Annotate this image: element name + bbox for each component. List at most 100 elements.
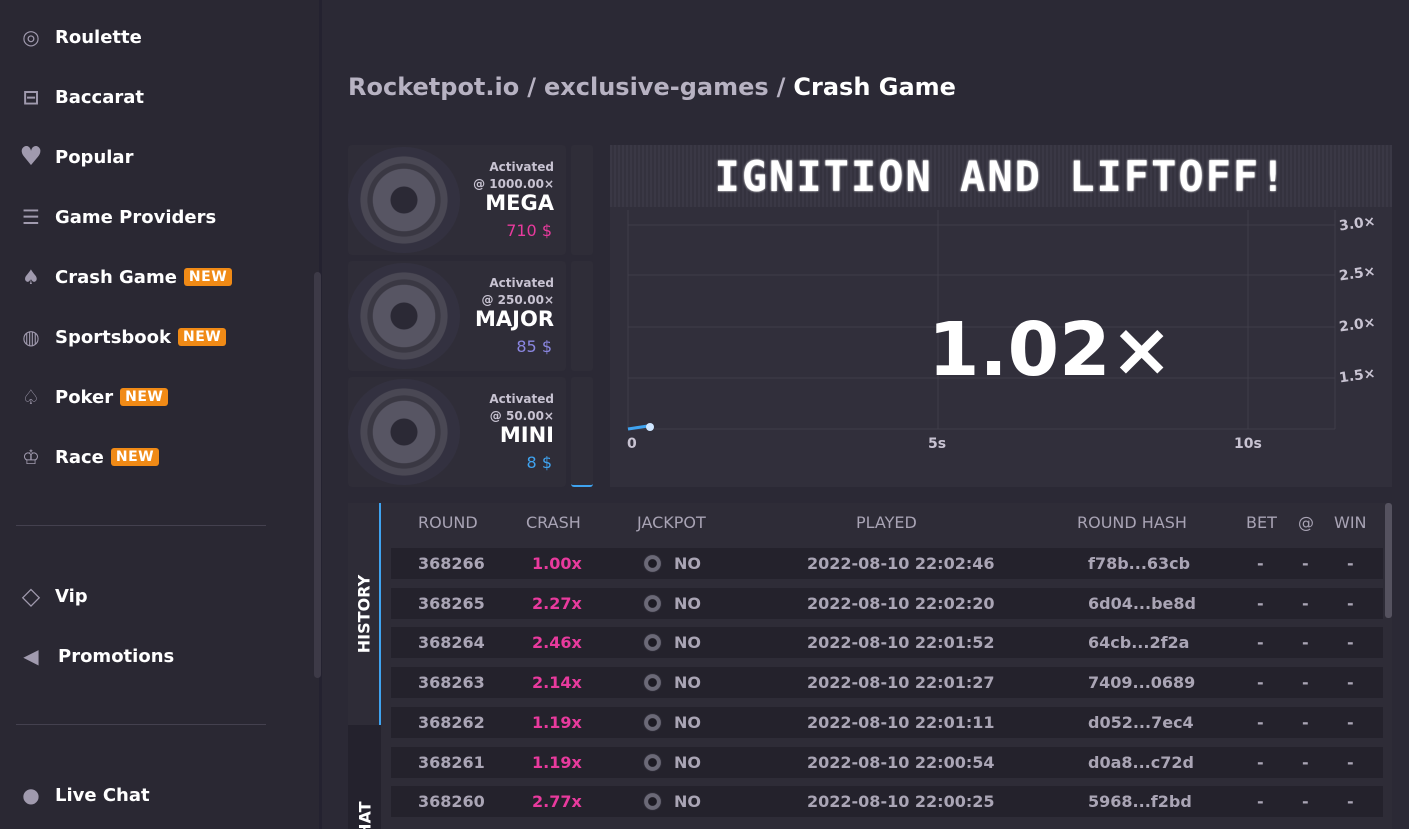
breadcrumb-current: Crash Game	[793, 73, 956, 101]
jackpot-activation: Activated @ 50.00×	[489, 392, 554, 423]
new-badge: NEW	[110, 448, 160, 466]
table-row[interactable]: 368262 1.19x NO 2022-08-10 22:01:11 d052...7…	[391, 706, 1383, 738]
jackpot-amount: 85 $	[516, 337, 552, 356]
cell-round: 368263	[418, 673, 485, 693]
cell-win: -	[1347, 673, 1354, 693]
roulette-icon: ◎	[22, 25, 40, 49]
jackpot-wheel-icon	[348, 147, 460, 253]
cell-played: 2022-08-10 22:01:27	[807, 673, 995, 693]
column-round: ROUND	[418, 513, 478, 532]
table-row[interactable]: 368264 2.46x NO 2022-08-10 22:01:52 64cb...2…	[391, 627, 1383, 659]
cell-crash: 2.27x	[532, 593, 582, 613]
sidebar-item-baccarat[interactable]: ⊟ Baccarat	[18, 77, 144, 117]
cell-jackpot: NO	[643, 593, 701, 613]
jackpot-major: Activated @ 250.00× MAJOR 85 $	[348, 261, 566, 371]
sidebar-scrollbar[interactable]	[314, 272, 321, 678]
column-jackpot: JACKPOT	[637, 513, 706, 532]
sidebar-item-label: Baccarat	[55, 86, 144, 108]
jackpot-wheel-icon	[348, 263, 460, 369]
column-crash: CRASH	[526, 513, 581, 532]
new-badge: NEW	[178, 328, 227, 346]
cell-round: 368264	[418, 633, 485, 653]
tab-chat[interactable]: CHAT	[348, 725, 381, 829]
sidebar-item-roulette[interactable]: ◎ Roulette	[18, 17, 142, 57]
cell-crash: 2.77x	[532, 792, 582, 812]
cell-crash: 2.14x	[532, 673, 582, 693]
cell-round: 368265	[418, 593, 485, 613]
jackpot-level: MAJOR	[475, 307, 554, 331]
cell-crash: 2.46x	[532, 633, 582, 653]
cell-round-hash: 7409...0689	[1088, 673, 1196, 693]
table-scrollbar[interactable]	[1385, 503, 1392, 618]
cell-crash: 1.00x	[532, 554, 582, 573]
cell-played: 2022-08-10 22:00:25	[807, 792, 995, 812]
sliders-icon: ☰	[22, 205, 40, 229]
cell-bet: -	[1257, 554, 1264, 573]
cell-round-hash: d052...7ec4	[1088, 712, 1194, 732]
cell-jackpot: NO	[643, 673, 701, 693]
sidebar-item-label: Vip	[55, 585, 88, 607]
cell-bet: -	[1257, 752, 1264, 772]
megaphone-icon: ◀	[23, 644, 39, 668]
jackpot-coin-icon	[643, 673, 662, 693]
sidebar-item-label: Popular	[55, 146, 134, 168]
jackpot-wheel-icon	[348, 379, 460, 485]
cell-played: 2022-08-10 22:01:52	[807, 633, 995, 653]
breadcrumb-separator: /	[776, 73, 786, 101]
cell-at: -	[1302, 792, 1309, 812]
jackpot-coin-icon	[643, 593, 662, 613]
cell-round: 368262	[418, 712, 485, 732]
table-row[interactable]: 368260 2.77x NO 2022-08-10 22:00:25 5968...f…	[391, 786, 1383, 818]
sidebar-item-poker[interactable]: ♤ Poker NEW	[18, 377, 169, 417]
cell-crash: 1.19x	[532, 752, 582, 772]
jackpot-activation: Activated @ 1000.00×	[473, 160, 554, 191]
sidebar-item-label: Live Chat	[55, 784, 150, 806]
cell-played: 2022-08-10 22:02:46	[807, 554, 995, 573]
sidebar-item-crash-game[interactable]: ♠ Crash Game NEW	[18, 257, 233, 297]
jackpot-coin-icon	[643, 712, 662, 732]
cell-win: -	[1347, 792, 1354, 812]
sidebar-divider	[16, 525, 266, 526]
sidebar-item-live-chat[interactable]: ● Live Chat	[18, 775, 150, 815]
table-row[interactable]: 368265 2.27x NO 2022-08-10 22:02:20 6d04...b…	[391, 587, 1383, 619]
cell-win: -	[1347, 752, 1354, 772]
chat-icon: ●	[22, 783, 40, 807]
tab-history[interactable]: HISTORY	[348, 503, 381, 725]
cell-round: 368266	[418, 554, 485, 573]
breadcrumb-section[interactable]: exclusive-games	[544, 73, 769, 101]
column-round-hash: ROUND HASH	[1077, 513, 1187, 532]
sidebar-item-label: Crash Game	[55, 266, 177, 288]
cell-played: 2022-08-10 22:02:20	[807, 593, 995, 613]
cell-jackpot: NO	[643, 792, 701, 812]
sidebar-item-label: Sportsbook	[55, 326, 171, 348]
cell-win: -	[1347, 554, 1354, 573]
baccarat-icon: ⊟	[22, 85, 40, 109]
x-tick: 0	[627, 436, 637, 452]
rocket-icon: ♠	[22, 265, 40, 289]
sidebar-item-label: Poker	[55, 386, 114, 408]
cell-jackpot: NO	[643, 752, 701, 772]
cell-round-hash: d0a8...c72d	[1088, 752, 1194, 772]
breadcrumb-root[interactable]: Rocketpot.io	[348, 73, 519, 101]
sidebar-item-race[interactable]: ♔ Race NEW	[18, 437, 160, 477]
new-badge: NEW	[183, 268, 233, 286]
cell-round-hash: f78b...63cb	[1088, 554, 1191, 573]
table-row[interactable]: 368261 1.19x NO 2022-08-10 22:00:54 d0a8...c…	[391, 746, 1383, 778]
column-played: PLAYED	[856, 513, 917, 532]
table-row[interactable]: 368263 2.14x NO 2022-08-10 22:01:27 7409...0…	[391, 667, 1383, 699]
sidebar: ◎ Roulette ⊟ Baccarat ♥ Popular ☰ Game P…	[0, 0, 322, 829]
sidebar-item-vip[interactable]: ◇ Vip	[18, 576, 88, 616]
sidebar-divider	[16, 724, 266, 725]
sidebar-item-label: Roulette	[55, 26, 142, 48]
cell-at: -	[1302, 752, 1309, 772]
new-badge: NEW	[120, 388, 169, 406]
breadcrumb: Rocketpot.io / exclusive-games / Crash Game	[348, 73, 956, 101]
table-row[interactable]: 368266 1.00x NO 2022-08-10 22:02:46 f78b...6…	[391, 548, 1383, 579]
sidebar-item-popular[interactable]: ♥ Popular	[18, 137, 133, 177]
sidebar-item-game-providers[interactable]: ☰ Game Providers	[18, 197, 216, 237]
table-header: ROUND CRASH JACKPOT PLAYED ROUND HASH BE…	[391, 513, 1381, 539]
sidebar-item-sportsbook[interactable]: ◍ Sportsbook NEW	[18, 317, 227, 357]
cell-win: -	[1347, 593, 1354, 613]
cell-at: -	[1302, 712, 1309, 732]
sidebar-item-promotions[interactable]: ◀ Promotions	[18, 636, 174, 676]
